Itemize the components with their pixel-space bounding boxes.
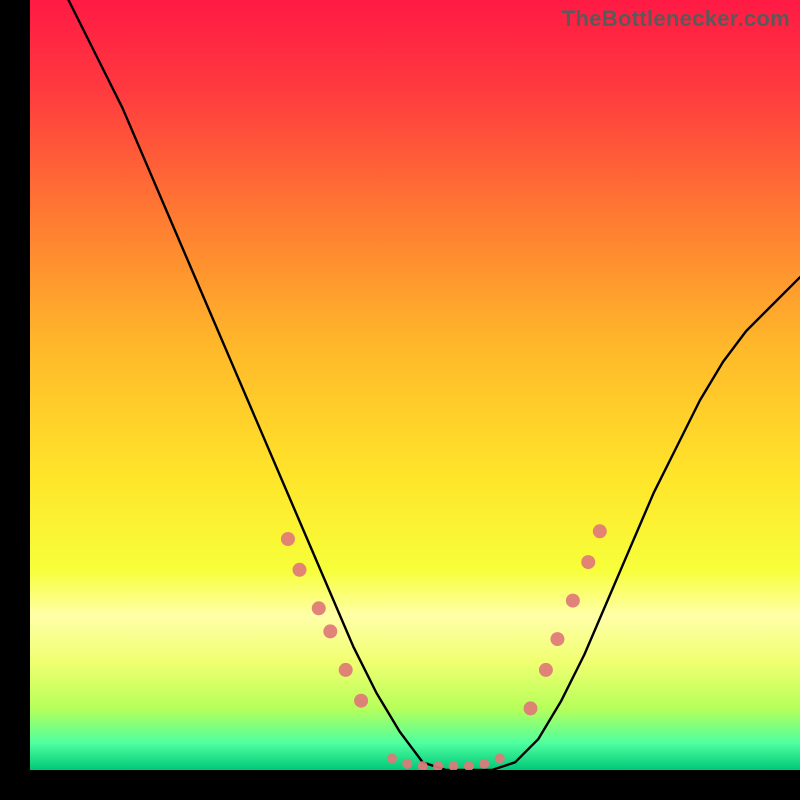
marker-dot (339, 663, 353, 677)
bottleneck-curve-path (30, 0, 800, 770)
marker-dot (402, 759, 412, 769)
marker-dot (433, 761, 443, 770)
marker-dot (293, 563, 307, 577)
marker-dot (312, 601, 326, 615)
marker-dot (593, 524, 607, 538)
marker-dot (281, 532, 295, 546)
marker-dot (479, 759, 489, 769)
marker-dot (323, 624, 337, 638)
marker-dot (449, 761, 459, 770)
chart-curve (30, 0, 800, 770)
plot-area: TheBottlenecker.com (30, 0, 800, 770)
marker-dot (495, 753, 505, 763)
marker-dot (464, 761, 474, 770)
marker-dot (581, 555, 595, 569)
marker-dot (354, 694, 368, 708)
marker-dot (550, 632, 564, 646)
chart-stage: TheBottlenecker.com (0, 0, 800, 800)
marker-dot (524, 701, 538, 715)
marker-dot (566, 594, 580, 608)
marker-dot (539, 663, 553, 677)
marker-dot (387, 753, 397, 763)
watermark-text: TheBottlenecker.com (562, 6, 790, 32)
